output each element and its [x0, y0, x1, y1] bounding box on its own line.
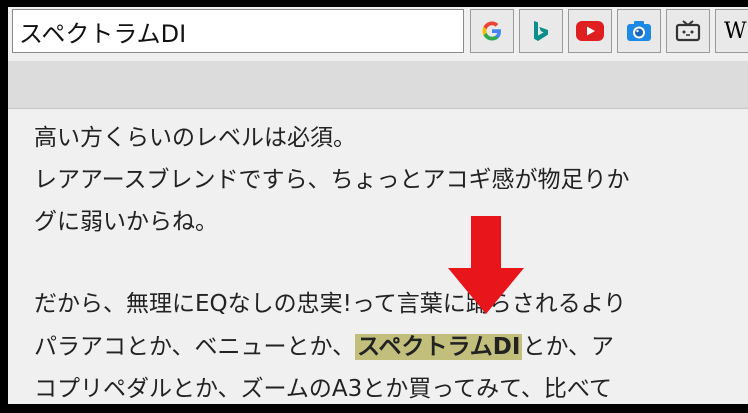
- article-line-3: グに弱いからね。: [34, 209, 218, 235]
- youtube-icon: [576, 21, 604, 41]
- article-line-6: コプリペダルとか、ズームのA3とか買ってみて、比べて: [34, 376, 612, 402]
- browser-frame: W 高い方くらいのレベルは必須。 レアアースブレンドですら、ちょっとアコギ感が物…: [8, 7, 748, 404]
- article-line-2: レアアースブレンドですら、ちょっとアコギ感が物足りか: [34, 167, 630, 193]
- article-line-5-after: とか、ア: [522, 334, 614, 360]
- red-arrow-icon: [448, 216, 524, 314]
- article-line-4: だから、無理にEQなしの忠実!って言葉に踊らされるより: [34, 291, 627, 317]
- google-search-button[interactable]: [470, 9, 514, 53]
- article-line-1: 高い方くらいのレベルは必須。: [34, 125, 356, 151]
- article-line-5: パラアコとか、ベニューとか、スペクトラムDIとか、ア: [34, 330, 614, 364]
- search-toolbar: W: [8, 7, 748, 61]
- search-input[interactable]: [12, 9, 464, 53]
- article-line-5-before: パラアコとか、ベニューとか、: [34, 334, 356, 360]
- article-content: 高い方くらいのレベルは必須。 レアアースブレンドですら、ちょっとアコギ感が物足り…: [8, 109, 748, 404]
- image-search-button[interactable]: [617, 9, 661, 53]
- youtube-search-button[interactable]: [568, 9, 612, 53]
- bing-icon: [534, 21, 548, 41]
- wikipedia-search-button[interactable]: W: [715, 9, 748, 53]
- google-icon: [482, 21, 501, 41]
- niconico-search-button[interactable]: [666, 9, 710, 53]
- highlighted-keyword: スペクトラムDI: [355, 334, 523, 360]
- toolbar-spacer: [8, 61, 748, 109]
- tv-icon: [675, 20, 701, 42]
- wikipedia-icon: W: [724, 18, 747, 44]
- camera-icon: [627, 21, 651, 41]
- bing-search-button[interactable]: [519, 9, 563, 53]
